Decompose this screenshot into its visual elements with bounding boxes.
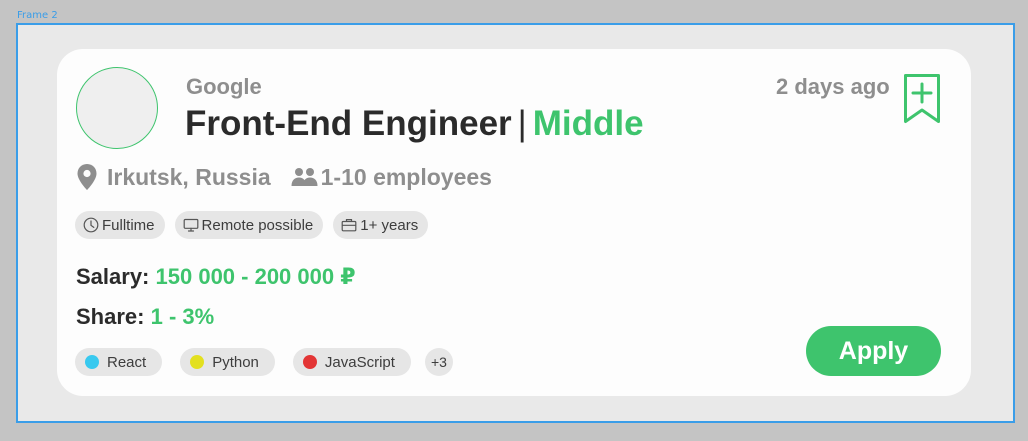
tag-label: Fulltime <box>102 216 155 234</box>
bookmark-add-icon[interactable] <box>903 73 941 125</box>
skill-label: Python <box>212 353 259 371</box>
company-logo <box>76 67 158 149</box>
tag-remote: Remote possible <box>174 211 324 239</box>
posted-date: 2 days ago <box>776 74 890 99</box>
apply-button[interactable]: Apply <box>806 326 941 376</box>
skill-label: React <box>107 353 147 371</box>
skill-chip-python[interactable]: Python <box>180 348 275 376</box>
job-title[interactable]: Front-End Engineer <box>185 104 512 143</box>
salary-label: Salary: <box>76 264 150 289</box>
share-value: 1 - 3% <box>150 304 215 329</box>
skill-color-dot <box>302 355 317 369</box>
job-title-row: Front-End Engineer | Middle <box>185 104 644 144</box>
company-name[interactable]: Google <box>186 74 262 100</box>
monitor-icon <box>183 218 198 232</box>
skill-chip-javascript[interactable]: JavaScript <box>292 348 411 376</box>
skill-list: React Python JavaScript +3 <box>75 348 453 376</box>
share-label: Share: <box>76 304 145 329</box>
tag-experience: 1+ years <box>333 211 429 239</box>
skill-label: JavaScript <box>324 353 395 371</box>
tag-label: 1+ years <box>360 216 419 234</box>
skill-chip-react[interactable]: React <box>75 348 163 376</box>
title-separator: | <box>517 104 527 143</box>
tag-fulltime: Fulltime <box>75 211 165 239</box>
frame-label: Frame 2 <box>17 10 58 21</box>
share-line: Share: 1 - 3% <box>76 304 214 330</box>
people-icon <box>291 168 318 186</box>
clock-icon <box>83 217 99 233</box>
meta-row: Irkutsk, Russia 1-10 employees <box>76 163 492 191</box>
location-text: Irkutsk, Russia <box>107 163 271 190</box>
briefcase-icon <box>341 219 357 232</box>
salary-value: 150 000 - 200 000 ₽ <box>155 264 356 289</box>
location-pin-icon <box>77 164 97 190</box>
tag-label: Remote possible <box>201 216 314 234</box>
skill-color-dot <box>85 355 99 369</box>
company-size-text: 1-10 employees <box>320 163 492 190</box>
skill-color-dot <box>190 355 205 369</box>
more-skills-badge[interactable]: +3 <box>424 348 453 376</box>
tag-list: Fulltime Remote possible 1+ years <box>75 211 429 239</box>
job-level: Middle <box>532 104 644 143</box>
salary-line: Salary: 150 000 - 200 000 ₽ <box>76 264 356 290</box>
